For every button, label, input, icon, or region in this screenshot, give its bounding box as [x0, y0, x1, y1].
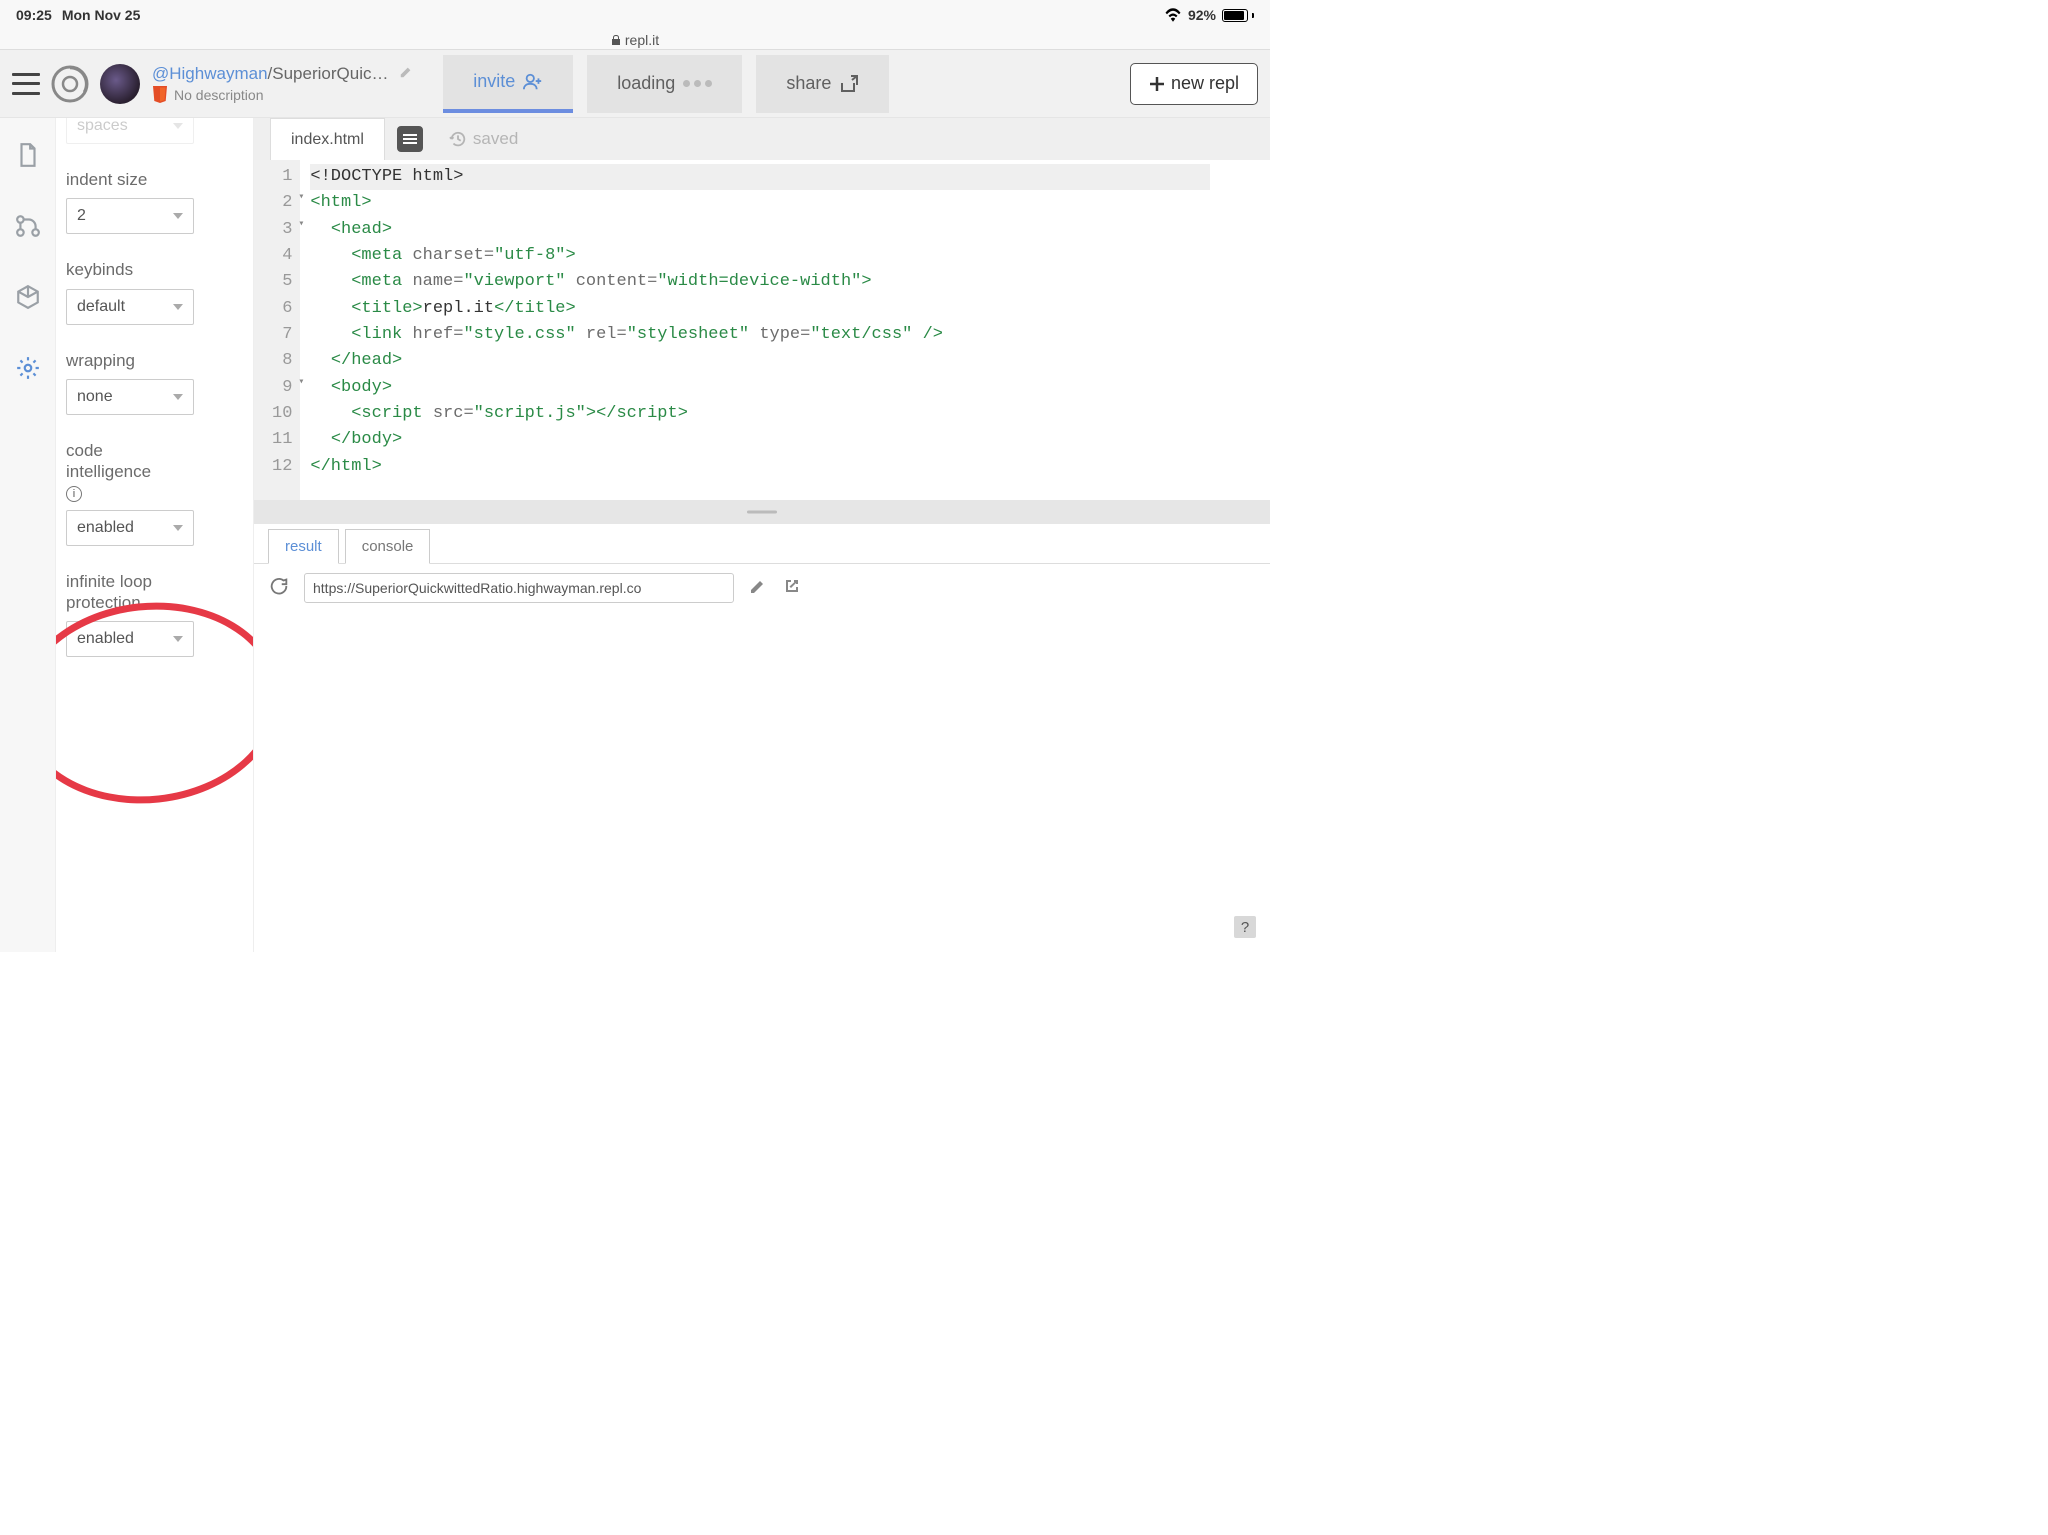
- setting-indent-size-label: indent size: [66, 170, 243, 190]
- file-tab-index-html[interactable]: index.html: [270, 118, 385, 160]
- share-button[interactable]: share: [756, 55, 889, 113]
- setting-wrapping-select[interactable]: none: [66, 379, 194, 415]
- run-button[interactable]: loading: [587, 55, 742, 113]
- output-toolbar: [254, 564, 1270, 612]
- setting-spaces-select[interactable]: spaces: [66, 118, 194, 144]
- saved-indicator: saved: [449, 118, 518, 160]
- safari-url-bar[interactable]: repl.it: [0, 30, 1270, 50]
- info-icon[interactable]: i: [66, 486, 82, 502]
- left-icon-rail: [0, 118, 56, 952]
- battery-percent: 92%: [1188, 7, 1216, 23]
- repl-description: No description: [152, 86, 413, 104]
- invite-person-icon: [523, 73, 543, 91]
- packages-icon[interactable]: [15, 284, 41, 315]
- battery-icon: [1222, 9, 1254, 22]
- saved-history-icon: [449, 130, 467, 148]
- app-toolbar: @Highwayman/SuperiorQuic… No description…: [0, 50, 1270, 118]
- settings-icon[interactable]: [15, 355, 41, 386]
- replit-logo-icon[interactable]: [50, 64, 90, 104]
- loading-dots-icon: [683, 80, 712, 87]
- setting-code-intelligence-label: code intelligence i: [66, 441, 243, 502]
- invite-button[interactable]: invite: [443, 55, 573, 113]
- setting-keybinds-select[interactable]: default: [66, 289, 194, 325]
- status-date: Mon Nov 25: [62, 7, 141, 23]
- output-tab-bar: result console: [254, 524, 1270, 564]
- version-control-icon[interactable]: [15, 213, 41, 244]
- share-icon: [839, 75, 859, 93]
- repl-title[interactable]: @Highwayman/SuperiorQuic…: [152, 64, 413, 84]
- wifi-icon: [1164, 8, 1182, 22]
- pane-splitter[interactable]: [254, 500, 1270, 524]
- editor-layout-icon[interactable]: [397, 126, 423, 152]
- lock-icon: [611, 34, 621, 46]
- setting-infinite-loop-label: infinite loop protection: [66, 572, 243, 613]
- edit-url-icon[interactable]: [748, 576, 768, 601]
- user-avatar[interactable]: [100, 64, 140, 104]
- code-editor[interactable]: 123456789101112 <!DOCTYPE html> <html> <…: [254, 160, 1270, 500]
- menu-icon[interactable]: [12, 73, 40, 95]
- repl-name: SuperiorQuic…: [272, 64, 388, 83]
- open-new-tab-icon[interactable]: [782, 576, 802, 601]
- url-domain: repl.it: [625, 32, 659, 48]
- settings-panel: spaces indent size 2 keybinds default wr…: [56, 118, 254, 952]
- tab-console[interactable]: console: [345, 529, 431, 564]
- reload-icon[interactable]: [268, 575, 290, 602]
- file-tab-bar: index.html saved: [254, 118, 1270, 160]
- new-repl-button[interactable]: new repl: [1130, 63, 1258, 105]
- status-time: 09:25: [16, 7, 52, 23]
- help-button[interactable]: ?: [1234, 916, 1256, 938]
- preview-url-input[interactable]: [304, 573, 734, 603]
- tab-result[interactable]: result: [268, 529, 339, 564]
- setting-indent-size-select[interactable]: 2: [66, 198, 194, 234]
- plus-icon: [1149, 76, 1165, 92]
- edit-title-icon[interactable]: [399, 64, 413, 83]
- code-content[interactable]: <!DOCTYPE html> <html> <head> <meta char…: [300, 160, 1220, 500]
- username-link[interactable]: @Highwayman: [152, 64, 268, 83]
- setting-infinite-loop-select[interactable]: enabled: [66, 621, 194, 657]
- ipad-status-bar: 09:25 Mon Nov 25 92%: [0, 0, 1270, 30]
- preview-pane[interactable]: ?: [254, 612, 1270, 952]
- html5-icon: [152, 86, 168, 104]
- setting-code-intelligence-select[interactable]: enabled: [66, 510, 194, 546]
- setting-keybinds-label: keybinds: [66, 260, 243, 280]
- setting-wrapping-label: wrapping: [66, 351, 243, 371]
- line-gutter: 123456789101112: [254, 160, 300, 500]
- files-icon[interactable]: [15, 142, 41, 173]
